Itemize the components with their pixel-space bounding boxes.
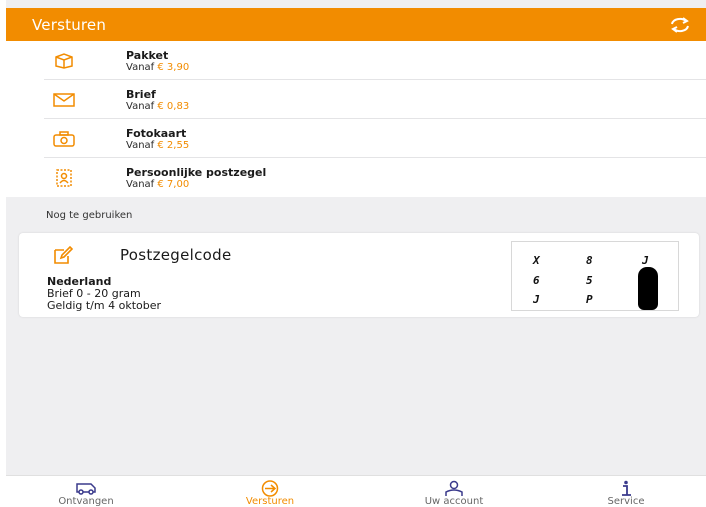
code-char: X	[533, 254, 540, 267]
tab-service[interactable]: Service	[566, 476, 686, 507]
stamp-validity: Geldig t/m 4 oktober	[47, 299, 162, 312]
item-title: Fotokaart	[126, 127, 187, 140]
stamp-code-box: X 8 J 6 5 J P	[511, 241, 679, 311]
tab-label: Uw account	[424, 496, 484, 507]
tab-label: Versturen	[245, 496, 295, 507]
info-icon	[622, 480, 631, 496]
tab-ontvangen[interactable]: Ontvangen	[26, 476, 146, 507]
item-title: Pakket	[126, 49, 169, 62]
refresh-icon[interactable]	[668, 15, 692, 35]
account-icon	[445, 480, 463, 496]
item-price-line: Vanaf € 3,90	[126, 62, 190, 73]
camera-icon	[53, 130, 75, 147]
header-bar: Versturen	[6, 8, 706, 41]
app-frame: Versturen Pakket Vanaf € 3,90 Brief Vana…	[6, 0, 706, 507]
envelope-icon	[53, 92, 75, 107]
tab-label: Service	[607, 496, 645, 507]
tab-versturen[interactable]: Versturen	[210, 476, 330, 507]
list-item-pakket[interactable]: Pakket Vanaf € 3,90	[6, 41, 706, 80]
code-char: J	[642, 254, 649, 267]
item-price-line: Vanaf € 7,00	[126, 179, 190, 190]
send-arrow-icon	[261, 480, 279, 497]
section-label: Nog te gebruiken	[46, 210, 133, 221]
stamp-title: Postzegelcode	[120, 246, 232, 264]
code-char: 8	[586, 254, 593, 267]
personal-stamp-icon	[56, 168, 72, 187]
code-char: J	[533, 293, 540, 306]
item-price-line: Vanaf € 2,55	[126, 140, 190, 151]
list-item-brief[interactable]: Brief Vanaf € 0,83	[6, 80, 706, 119]
code-char: 5	[586, 274, 593, 287]
code-char: 6	[533, 274, 540, 287]
tab-uw-account[interactable]: Uw account	[394, 476, 514, 507]
redaction-blot	[638, 267, 658, 310]
package-icon	[55, 52, 73, 69]
page-title: Versturen	[32, 15, 107, 34]
item-price: € 3,90	[157, 62, 190, 73]
stamp-code-card[interactable]: Postzegelcode Nederland Brief 0 - 20 gra…	[19, 233, 699, 317]
item-title: Persoonlijke postzegel	[126, 166, 267, 179]
item-price: € 7,00	[157, 179, 190, 190]
bottom-tab-bar: Ontvangen Versturen Uw account Service	[6, 475, 706, 507]
list-item-persoonlijke-postzegel[interactable]: Persoonlijke postzegel Vanaf € 7,00	[6, 158, 706, 197]
item-price: € 0,83	[157, 101, 190, 112]
product-list: Pakket Vanaf € 3,90 Brief Vanaf € 0,83 F…	[6, 41, 706, 197]
item-price: € 2,55	[157, 140, 190, 151]
tab-label: Ontvangen	[58, 496, 114, 507]
item-title: Brief	[126, 88, 156, 101]
list-item-fotokaart[interactable]: Fotokaart Vanaf € 2,55	[6, 119, 706, 158]
edit-icon	[54, 246, 73, 264]
code-char: P	[586, 293, 593, 306]
van-icon	[76, 483, 96, 495]
item-price-line: Vanaf € 0,83	[126, 101, 190, 112]
